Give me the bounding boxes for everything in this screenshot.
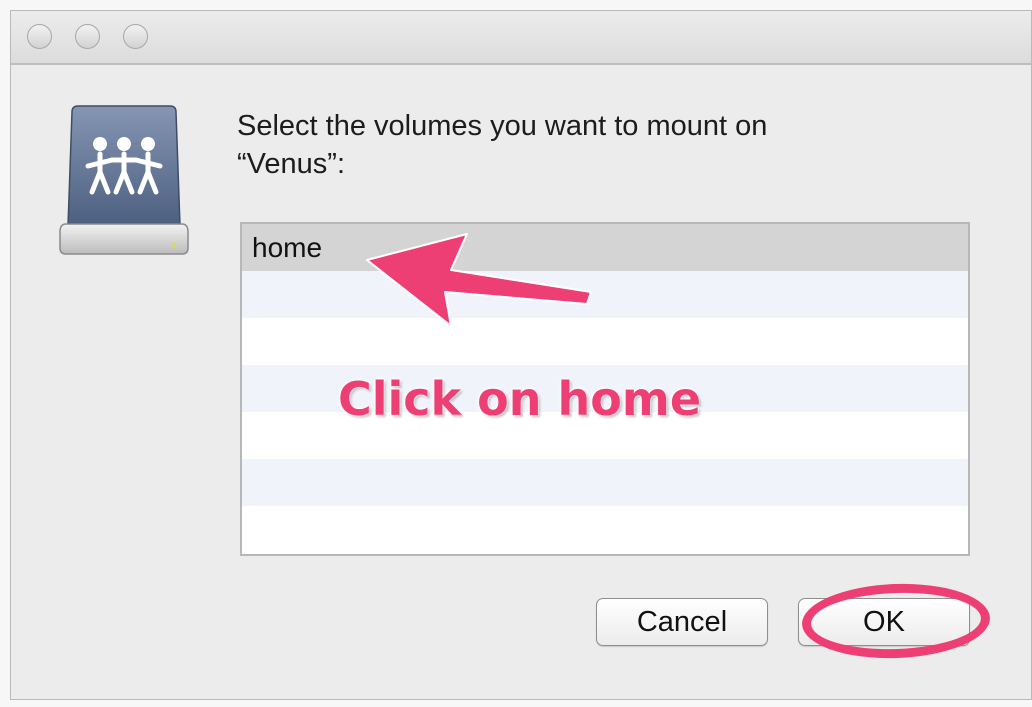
list-item xyxy=(242,506,968,553)
title-bar xyxy=(11,11,1031,65)
list-item xyxy=(242,459,968,506)
mount-prompt: Select the volumes you want to mount on … xyxy=(237,107,957,183)
list-item xyxy=(242,318,968,365)
minimize-button[interactable] xyxy=(75,24,100,49)
network-drive-icon xyxy=(59,105,189,255)
cancel-button[interactable]: Cancel xyxy=(596,598,768,646)
volume-item-home[interactable]: home xyxy=(242,224,968,271)
list-item xyxy=(242,271,968,318)
prompt-line-2: “Venus”: xyxy=(237,148,345,180)
prompt-line-1: Select the volumes you want to mount on xyxy=(237,110,768,142)
annotation-arrow xyxy=(366,233,592,327)
zoom-button[interactable] xyxy=(123,24,148,49)
close-button[interactable] xyxy=(27,24,52,49)
annotation-text: Click on home xyxy=(338,372,702,426)
